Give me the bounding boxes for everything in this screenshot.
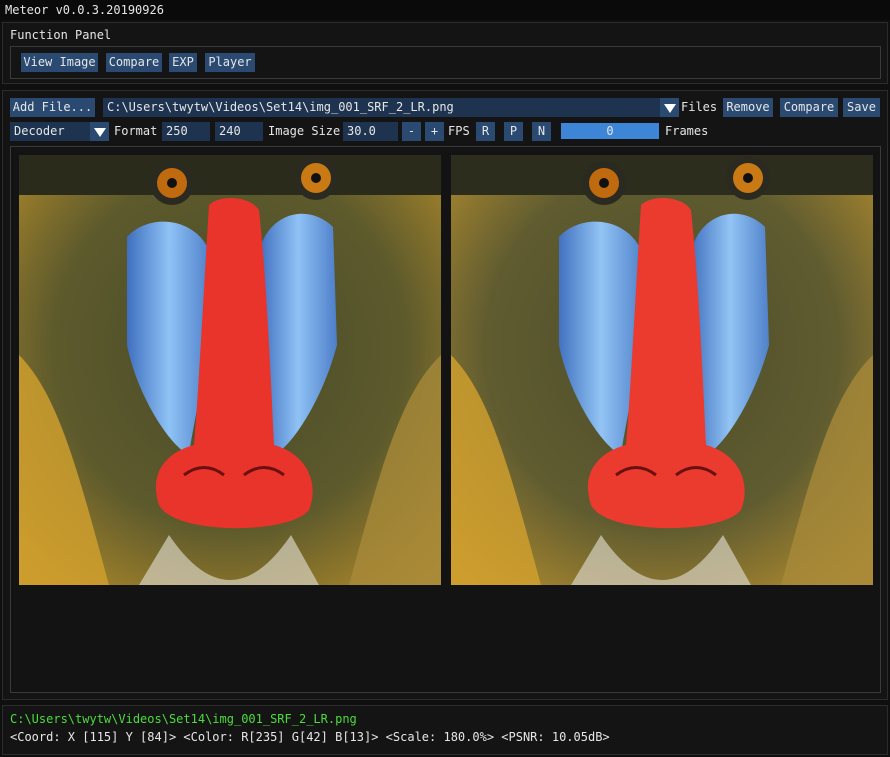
remove-button[interactable]: Remove: [723, 98, 773, 117]
compare-mode-button[interactable]: Compare: [106, 53, 162, 72]
left-mandrill-image[interactable]: [19, 155, 441, 585]
frames-label: Frames: [665, 124, 709, 138]
image-viewer[interactable]: [10, 146, 881, 693]
right-mandrill-image[interactable]: [451, 155, 873, 585]
fps-label: FPS: [448, 124, 470, 138]
function-panel-title: Function Panel: [10, 28, 112, 42]
save-button[interactable]: Save: [843, 98, 880, 117]
triangle-down-icon[interactable]: [660, 98, 679, 117]
width-input[interactable]: 250: [162, 122, 210, 141]
status-file-path: C:\Users\twytw\Videos\Set14\img_001_SRF_…: [10, 712, 357, 726]
compare-button[interactable]: Compare: [780, 98, 838, 117]
main-window: Add File... C:\Users\twytw\Videos\Set14\…: [2, 90, 888, 700]
status-bar: C:\Users\twytw\Videos\Set14\img_001_SRF_…: [2, 705, 888, 755]
files-label: Files: [681, 100, 718, 114]
fps-input[interactable]: 30.0: [343, 122, 398, 141]
file-path-combo[interactable]: C:\Users\twytw\Videos\Set14\img_001_SRF_…: [103, 98, 660, 117]
image-size-label: Image Size: [268, 124, 341, 138]
exp-button[interactable]: EXP: [169, 53, 197, 72]
status-info: <Coord: X [115] Y [84]> <Color: R[235] G…: [10, 730, 610, 744]
fps-decrease-button[interactable]: -: [402, 122, 421, 141]
decoder-combo[interactable]: Decoder: [10, 122, 90, 141]
reset-button[interactable]: R: [476, 122, 495, 141]
height-input[interactable]: 240: [215, 122, 263, 141]
function-panel-group: View Image Compare EXP Player: [10, 46, 881, 79]
next-button[interactable]: N: [532, 122, 551, 141]
frame-progress[interactable]: 0: [561, 123, 659, 139]
app-title: Meteor v0.0.3.20190926: [5, 3, 164, 17]
add-file-button[interactable]: Add File...: [10, 98, 95, 117]
fps-increase-button[interactable]: +: [425, 122, 444, 141]
function-panel: Function Panel View Image Compare EXP Pl…: [2, 22, 888, 84]
view-image-button[interactable]: View Image: [21, 53, 98, 72]
previous-button[interactable]: P: [504, 122, 523, 141]
format-label: Format: [114, 124, 158, 138]
triangle-down-icon[interactable]: [90, 122, 109, 141]
title-bar: Meteor v0.0.3.20190926: [0, 0, 890, 20]
frame-value: 0: [606, 124, 614, 138]
player-button[interactable]: Player: [205, 53, 255, 72]
